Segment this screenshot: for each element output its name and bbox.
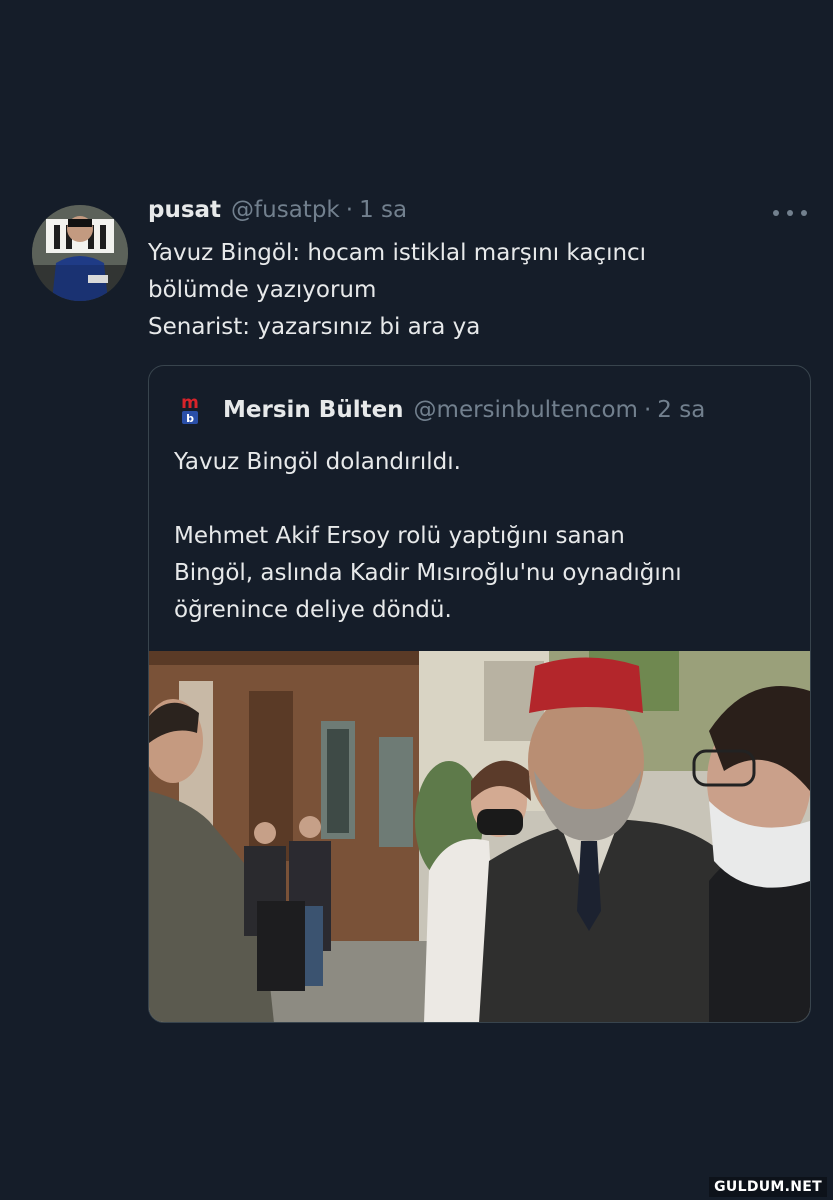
quoted-text-line: Mehmet Akif Ersoy rolü yaptığını sanan — [174, 523, 625, 549]
display-name[interactable]: pusat — [148, 197, 221, 223]
quoted-display-name[interactable]: Mersin Bülten — [223, 397, 404, 423]
tweet-text-line: bölümde yazıyorum — [148, 277, 377, 303]
quoted-tweet-text: Yavuz Bingöl dolandırıldı. Mehmet Akif E… — [174, 444, 794, 629]
dot-icon — [787, 210, 793, 216]
dot-icon — [773, 210, 779, 216]
svg-text:b: b — [186, 412, 194, 425]
quoted-timestamp[interactable]: 2 sa — [657, 397, 705, 423]
user-handle[interactable]: @fusatpk — [231, 197, 340, 223]
tweet-text-line: Senarist: yazarsınız bi ara ya — [148, 314, 481, 340]
svg-text:m: m — [181, 393, 199, 413]
tweet-text-line: Yavuz Bingöl: hocam istiklal marşını kaç… — [148, 240, 647, 266]
site-watermark: GULDUM.NET — [709, 1177, 827, 1197]
quoted-text-gap — [174, 481, 794, 518]
quoted-text-line: Bingöl, aslında Kadir Mısıroğlu'nu oynad… — [174, 560, 682, 586]
mersin-bulten-logo-icon: m b — [181, 393, 199, 425]
timestamp[interactable]: 1 sa — [359, 197, 407, 223]
more-options-icon[interactable] — [773, 203, 807, 223]
separator-dot: · — [345, 197, 354, 223]
quoted-tweet-photo[interactable] — [149, 651, 810, 1022]
dot-icon — [801, 210, 807, 216]
quoted-text-line: öğrenince deliye döndü. — [174, 597, 452, 623]
tweet-text: Yavuz Bingöl: hocam istiklal marşını kaç… — [148, 235, 788, 346]
quoted-tweet-header: m b Mersin Bülten @mersinbultencom · 2 s… — [177, 392, 705, 428]
tweet[interactable]: pusat @fusatpk · 1 sa Yavuz Bingöl: hoca… — [0, 195, 833, 1035]
quoted-text-line: Yavuz Bingöl dolandırıldı. — [174, 449, 461, 475]
separator-dot: · — [643, 397, 652, 423]
tweet-header: pusat @fusatpk · 1 sa — [148, 197, 407, 233]
quoted-tweet[interactable]: m b Mersin Bülten @mersinbultencom · 2 s… — [148, 365, 811, 1023]
quoted-user-handle[interactable]: @mersinbultencom — [414, 397, 638, 423]
user-avatar[interactable] — [32, 205, 128, 301]
